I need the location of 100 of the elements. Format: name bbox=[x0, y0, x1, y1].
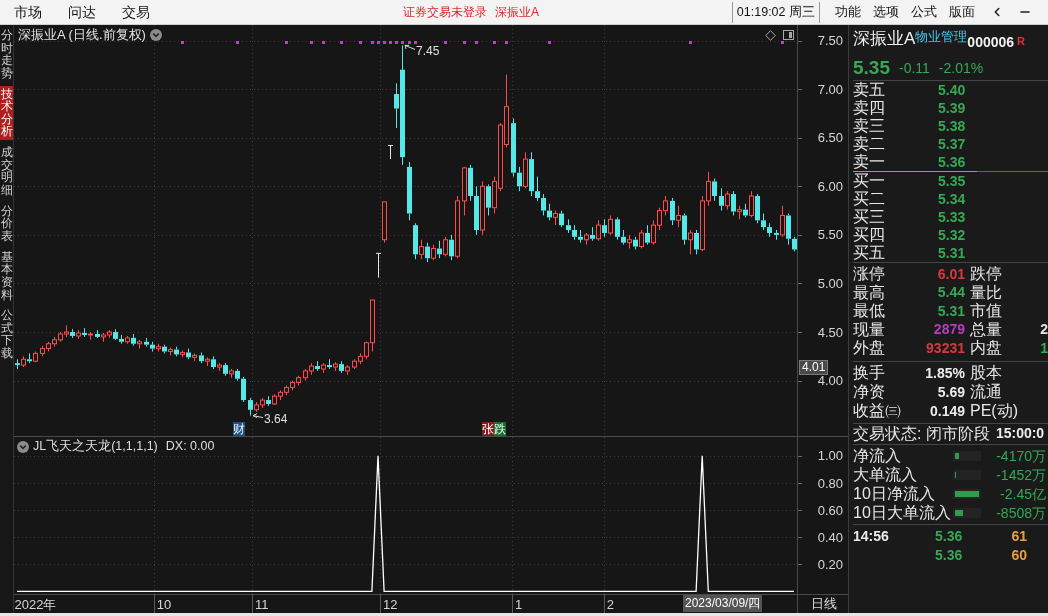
stat-label: 收益㈢ bbox=[853, 402, 901, 420]
rising-candle bbox=[780, 205, 785, 238]
doji-candle bbox=[387, 145, 394, 160]
menu-item[interactable]: 功能 bbox=[835, 3, 861, 21]
stat-value: 93231 bbox=[925, 338, 965, 358]
cursor-date-label: 2023/03/09/四 bbox=[683, 595, 763, 612]
axis-label: 12 bbox=[382, 597, 398, 612]
falling-candle bbox=[162, 344, 167, 354]
last-price: 5.35 bbox=[853, 56, 890, 79]
falling-candle bbox=[266, 395, 271, 407]
chevron-down-icon[interactable] bbox=[149, 29, 162, 41]
falling-candle bbox=[602, 218, 607, 238]
stat-label: 流通 bbox=[970, 383, 1002, 401]
stat-label: 股本 bbox=[970, 364, 1002, 382]
menu-item[interactable]: 公式 bbox=[911, 3, 937, 21]
menu-item[interactable]: 市场 bbox=[14, 3, 42, 21]
falling-candle bbox=[731, 190, 736, 216]
price-change-percent: -2.01% bbox=[938, 59, 984, 76]
falling-candle bbox=[199, 351, 204, 364]
rising-candle bbox=[382, 201, 387, 244]
menu-item[interactable]: 版面 bbox=[949, 3, 975, 21]
order-level-label: 卖五 bbox=[853, 81, 886, 99]
menu-item[interactable]: 问达 bbox=[68, 3, 96, 21]
tick-volume: 61 bbox=[1010, 526, 1027, 546]
stat-value: 1 bbox=[1039, 338, 1048, 358]
rising-candle bbox=[156, 343, 161, 352]
rising-candle bbox=[137, 339, 142, 350]
rising-candle bbox=[676, 205, 681, 228]
axis-label: 0.60 bbox=[817, 502, 843, 518]
stat-label: 量比 bbox=[970, 283, 1002, 302]
rising-candle bbox=[217, 362, 222, 372]
menu-item[interactable]: 交易 bbox=[122, 3, 150, 21]
axis-label: 5.00 bbox=[817, 275, 843, 291]
stat-value: 2879 bbox=[932, 320, 965, 340]
side-tab[interactable]: 基本资料 bbox=[0, 248, 13, 304]
rising-candle bbox=[688, 229, 693, 255]
rising-candle bbox=[76, 329, 81, 340]
diamond-icon[interactable] bbox=[765, 30, 776, 41]
stat-value: 0.149 bbox=[928, 401, 965, 421]
falling-candle bbox=[712, 178, 717, 202]
axis-label: 11 bbox=[254, 597, 269, 612]
event-badge: 跌 bbox=[494, 422, 506, 436]
order-price: 5.39 bbox=[938, 98, 966, 118]
falling-candle bbox=[559, 210, 564, 228]
axis-label: 4.50 bbox=[817, 324, 843, 340]
tick-price: 5.36 bbox=[935, 545, 964, 565]
rising-candle bbox=[21, 355, 26, 368]
security-name-text: 深振业A bbox=[495, 4, 539, 21]
axis-label: 5.50 bbox=[817, 227, 843, 243]
falling-candle bbox=[694, 229, 699, 255]
falling-candle bbox=[223, 362, 228, 377]
rising-candle bbox=[627, 234, 632, 249]
rising-candle bbox=[480, 180, 485, 236]
side-tab[interactable]: 成交明细 bbox=[0, 144, 13, 199]
side-tab[interactable]: 公式下载 bbox=[0, 307, 13, 362]
stat-label: 跌停 bbox=[970, 265, 1002, 284]
price-change: -0.11 bbox=[899, 59, 930, 76]
falling-candle bbox=[15, 358, 20, 370]
side-tab[interactable]: 分价表 bbox=[0, 202, 13, 245]
order-level-label: 买三 bbox=[853, 208, 886, 226]
stat-label: 最低 bbox=[853, 302, 885, 321]
rising-candle bbox=[125, 335, 130, 345]
axis-label: 4.00 bbox=[817, 373, 843, 389]
stat-label: 市值 bbox=[970, 302, 1002, 321]
clock-text: 01:19:02 周三 bbox=[736, 3, 815, 21]
cursor-price-label: 4.01 bbox=[799, 360, 829, 375]
falling-candle bbox=[70, 328, 75, 339]
axis-label: 2022年 bbox=[14, 597, 57, 612]
order-level-label: 卖三 bbox=[853, 117, 886, 135]
falling-candle bbox=[645, 224, 650, 246]
arrow-icon bbox=[404, 44, 416, 50]
rising-candle bbox=[749, 190, 754, 218]
side-tab[interactable]: 技术分析 bbox=[0, 85, 13, 141]
rising-candle bbox=[639, 229, 644, 249]
rising-candle bbox=[345, 364, 350, 376]
axis-label: 2 bbox=[606, 597, 614, 612]
menu-item[interactable]: 选项 bbox=[873, 3, 899, 21]
falling-candle bbox=[211, 355, 216, 370]
login-status-text: 证券交易未登录 bbox=[403, 4, 487, 21]
rising-candle bbox=[88, 331, 93, 341]
stat-label: 现量 bbox=[853, 320, 885, 339]
rising-candle bbox=[168, 347, 173, 356]
split-square-icon[interactable] bbox=[783, 30, 794, 40]
falling-candle bbox=[339, 360, 344, 374]
axis-label: 6.00 bbox=[817, 178, 843, 194]
period-button[interactable]: 日线 bbox=[811, 596, 837, 612]
side-tab[interactable]: 分时走势 bbox=[0, 27, 13, 82]
falling-candle bbox=[27, 352, 32, 364]
chevron-down-icon[interactable] bbox=[17, 440, 29, 453]
order-price: 5.33 bbox=[938, 207, 966, 227]
falling-candle bbox=[315, 360, 320, 372]
axis-label: 1.00 bbox=[817, 448, 843, 464]
stat-label: 内盘 bbox=[970, 339, 1002, 358]
stat-value: 2 bbox=[1039, 320, 1048, 340]
high-price-label: 7.45 bbox=[416, 44, 440, 59]
stat-label: 总量 bbox=[970, 320, 1002, 339]
stat-value: 6.01 bbox=[936, 264, 965, 284]
falling-candle bbox=[719, 187, 724, 212]
rising-candle bbox=[608, 214, 613, 236]
stat-label: PE(动) bbox=[970, 402, 1018, 420]
